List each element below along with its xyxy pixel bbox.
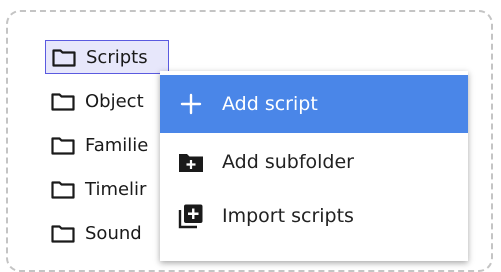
menu-item-add-subfolder[interactable]: Add subfolder [160, 133, 468, 191]
tree-item-scripts[interactable]: Scripts [45, 40, 169, 74]
menu-item-label: Import scripts [222, 205, 354, 227]
plus-icon [176, 89, 206, 119]
tree-item-objects[interactable]: Object [45, 84, 144, 118]
folder-icon [51, 91, 77, 111]
tree-item-label: Object [85, 90, 144, 112]
menu-item-label: Add script [222, 93, 318, 115]
tree-item-families[interactable]: Familie [45, 128, 148, 162]
menu-item-import-scripts[interactable]: Import scripts [160, 187, 468, 245]
folder-icon [51, 179, 77, 199]
context-menu: Add script Add subfolder Import scripts [160, 71, 468, 261]
tree-item-label: Familie [85, 134, 149, 156]
import-icon [176, 201, 206, 231]
tree-item-sounds[interactable]: Sound [45, 216, 142, 250]
menu-item-label: Add subfolder [222, 151, 354, 173]
folder-icon [51, 223, 77, 243]
folder-icon [52, 47, 78, 67]
folder-icon [51, 135, 77, 155]
menu-item-add-script[interactable]: Add script [160, 75, 468, 133]
tree-item-timelines[interactable]: Timelir [45, 172, 146, 206]
tree-item-label: Sound [85, 222, 142, 244]
add-folder-icon [176, 147, 206, 177]
tree-item-label: Scripts [86, 46, 148, 68]
tree-item-label: Timelir [85, 178, 147, 200]
